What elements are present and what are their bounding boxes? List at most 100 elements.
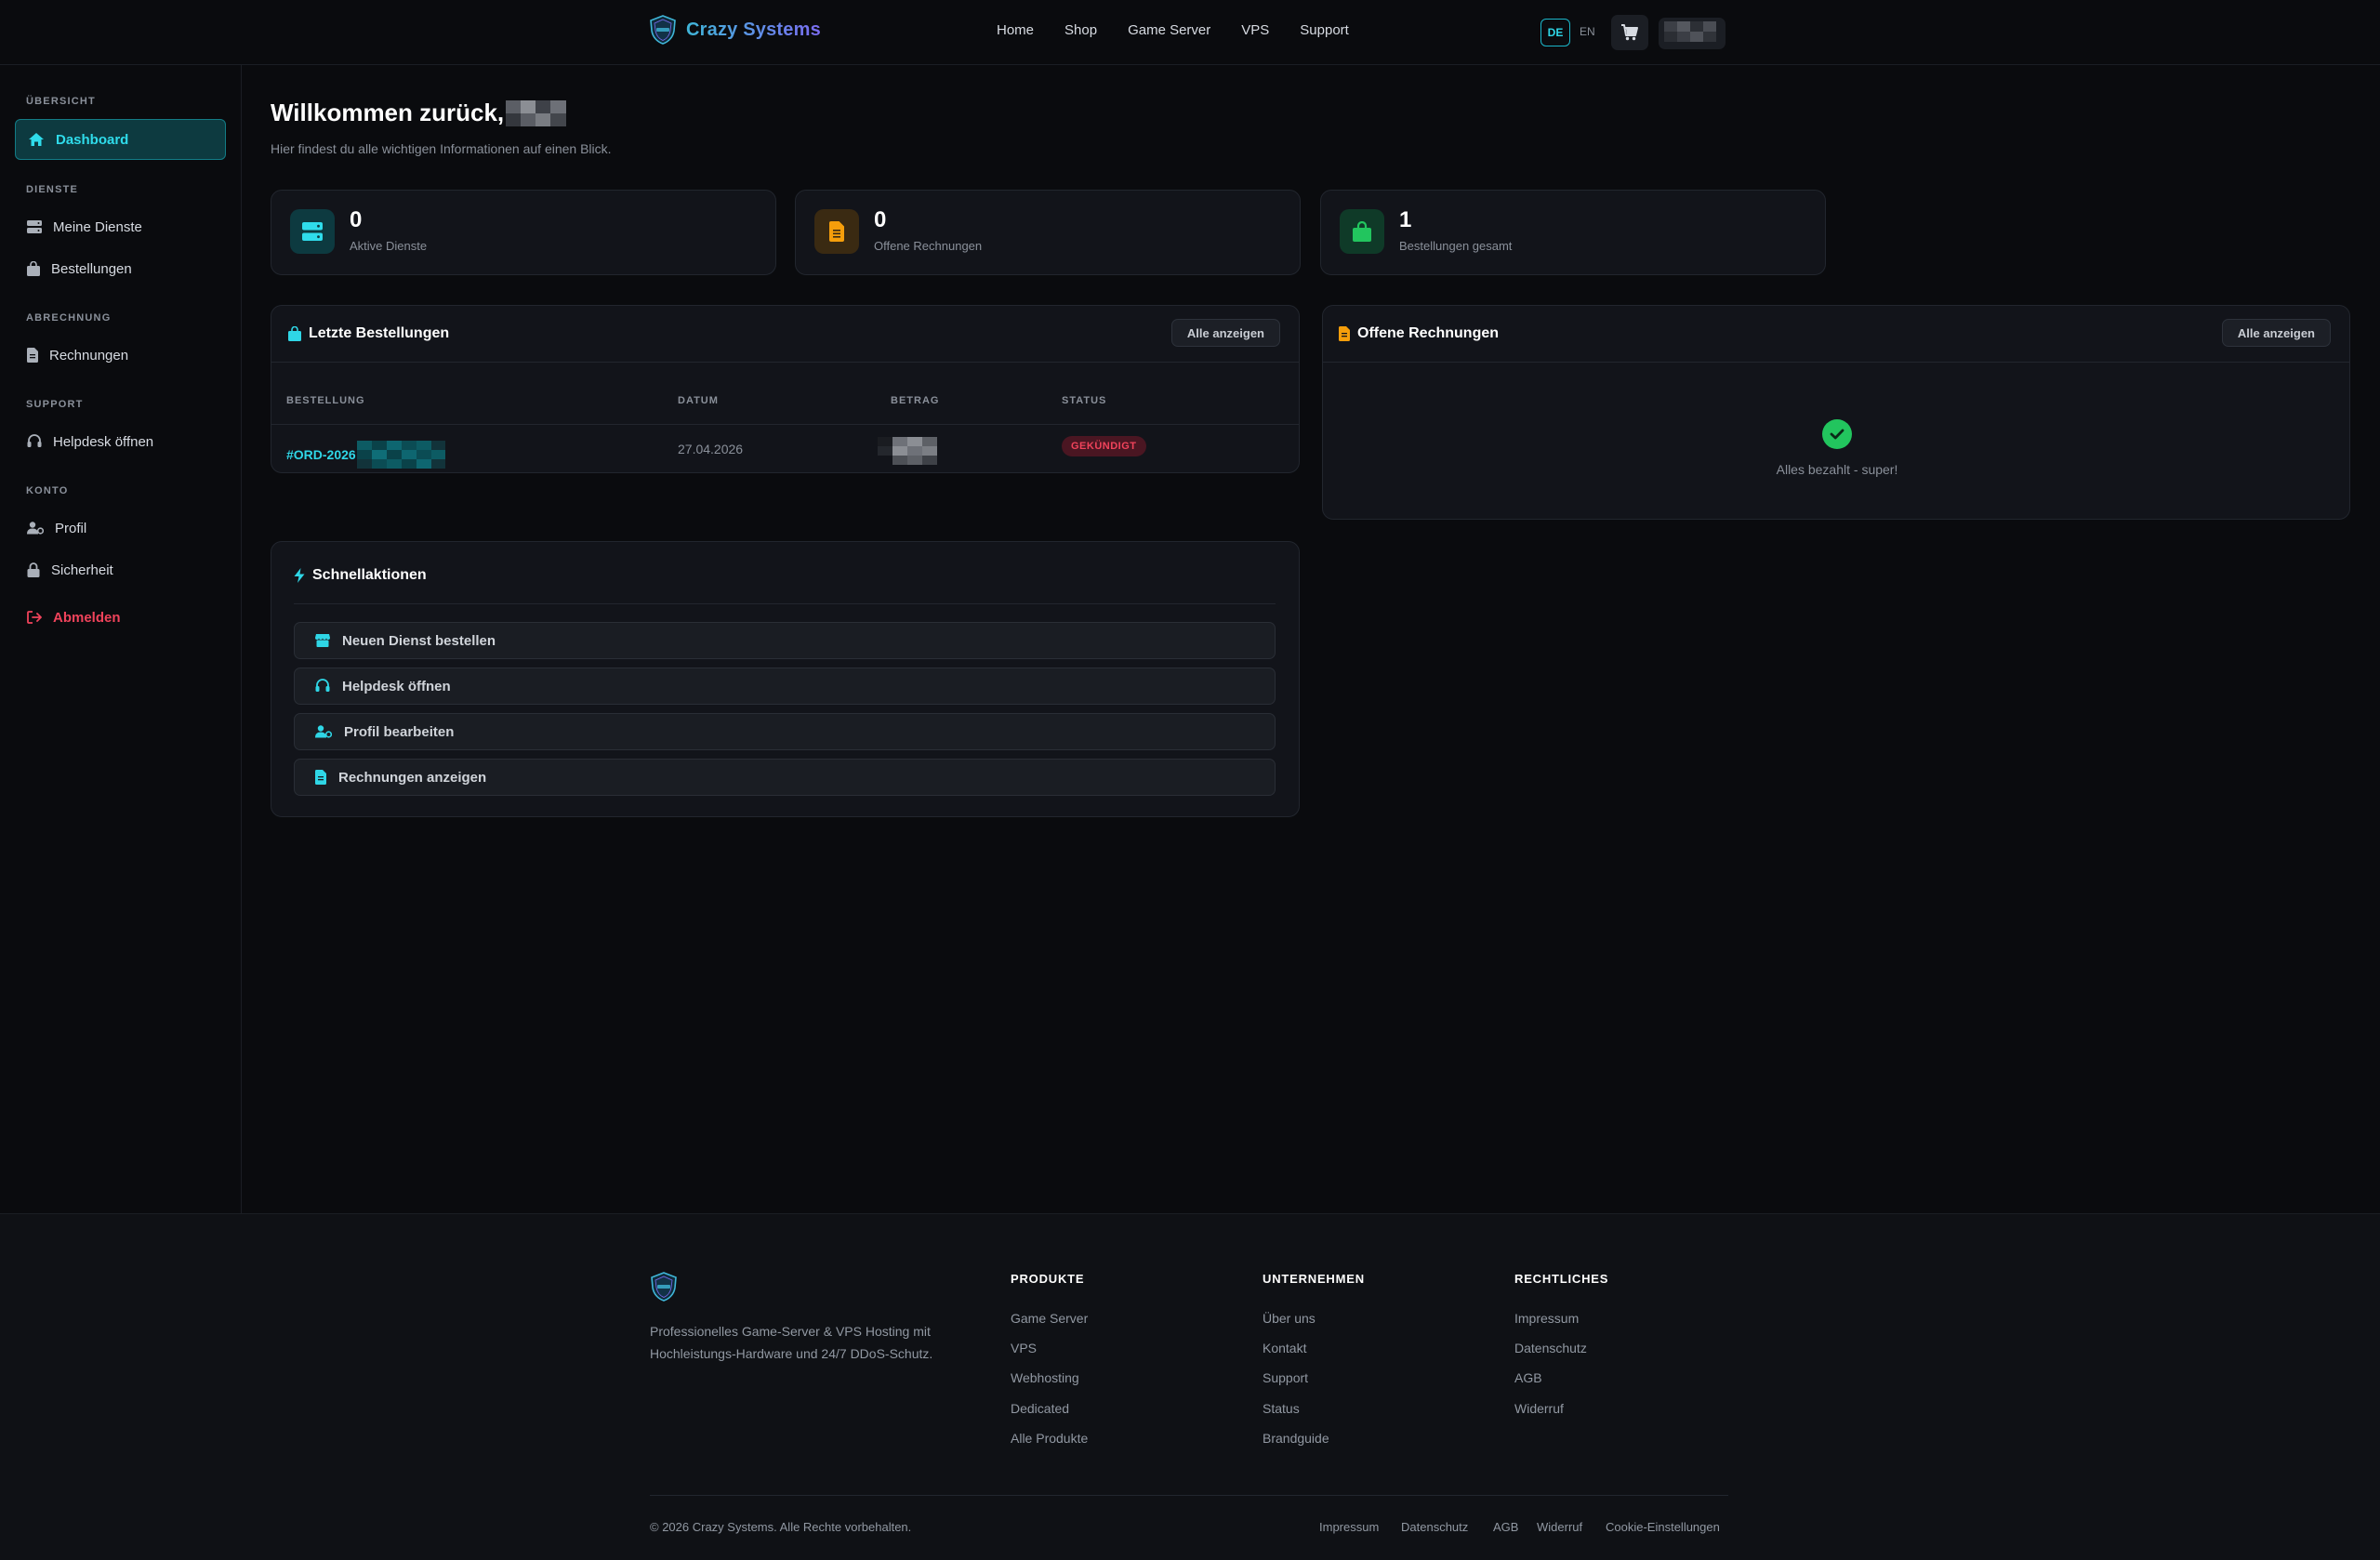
main-nav: Home Shop Game Server VPS Support <box>997 22 1380 38</box>
home-icon <box>29 133 44 146</box>
footer-link-brandguide[interactable]: Brandguide <box>1263 1431 1329 1446</box>
footer-column-title: PRODUKTE <box>1011 1272 1085 1286</box>
store-icon <box>315 634 330 647</box>
nav-support[interactable]: Support <box>1300 22 1349 38</box>
nav-vps[interactable]: VPS <box>1241 22 1269 38</box>
user-menu-button[interactable] <box>1659 18 1726 49</box>
footer-bottom-link-privacy[interactable]: Datenschutz <box>1401 1520 1468 1534</box>
panel-header: Schnellaktionen <box>294 567 427 584</box>
sidebar-item-label: Helpdesk öffnen <box>53 433 154 450</box>
sidebar-item-label: Profil <box>55 520 87 536</box>
footer-logo-icon <box>650 1272 678 1302</box>
panel-title: Schnellaktionen <box>312 567 427 583</box>
panel-header: Letzte Bestellungen <box>271 306 1299 363</box>
stat-value: 0 <box>350 207 363 232</box>
sidebar-item-label: Sicherheit <box>51 562 113 578</box>
panel-header: Offene Rechnungen <box>1323 306 2349 363</box>
panel-title: Letzte Bestellungen <box>309 325 450 341</box>
sidebar: ÜBERSICHT Dashboard DIENSTE Meine Dienst… <box>0 65 242 1213</box>
username-redacted <box>506 99 567 126</box>
footer-link-all-products[interactable]: Alle Produkte <box>1011 1431 1088 1446</box>
stat-card-total-orders: 1 Bestellungen gesamt <box>1320 190 1826 275</box>
footer-link-contact[interactable]: Kontakt <box>1263 1341 1306 1355</box>
cart-button[interactable] <box>1611 15 1648 50</box>
page-title-text: Willkommen zurück, <box>271 99 505 126</box>
footer-link-status[interactable]: Status <box>1263 1401 1300 1416</box>
footer-link-game-server[interactable]: Game Server <box>1011 1311 1088 1326</box>
invoice-icon <box>814 209 859 254</box>
footer-bottom-link-impressum[interactable]: Impressum <box>1319 1520 1379 1534</box>
lightning-icon <box>294 568 305 583</box>
footer-description: Professionelles Game-Server & VPS Hostin… <box>650 1324 933 1361</box>
sidebar-item-security[interactable]: Sicherheit <box>15 549 226 590</box>
footer-link-webhosting[interactable]: Webhosting <box>1011 1370 1079 1385</box>
view-all-invoices-button[interactable]: Alle anzeigen <box>2221 319 2331 347</box>
nav-game-server[interactable]: Game Server <box>1128 22 1210 38</box>
sidebar-item-my-services[interactable]: Meine Dienste <box>15 206 226 247</box>
sidebar-section-overview: ÜBERSICHT <box>26 96 96 107</box>
quick-action-invoices[interactable]: Rechnungen anzeigen <box>294 759 1276 796</box>
quick-action-helpdesk[interactable]: Helpdesk öffnen <box>294 668 1276 705</box>
invoice-icon <box>27 348 38 363</box>
sidebar-item-dashboard[interactable]: Dashboard <box>15 119 226 160</box>
footer-bottom-link-cookies[interactable]: Cookie-Einstellungen <box>1606 1520 1720 1534</box>
column-header-date: DATUM <box>678 395 719 406</box>
stat-label: Offene Rechnungen <box>874 239 983 253</box>
shopping-bag-icon <box>288 326 301 341</box>
brand-logo-link[interactable]: Crazy Systems <box>649 15 821 45</box>
footer-copyright: © 2026 Crazy Systems. Alle Rechte vorbeh… <box>650 1520 912 1534</box>
logout-icon <box>27 611 42 624</box>
column-header-amount: BETRAG <box>891 395 940 406</box>
sidebar-section-services: DIENSTE <box>26 184 79 195</box>
footer-link-impressum[interactable]: Impressum <box>1514 1311 1579 1326</box>
order-amount-redacted <box>878 437 937 465</box>
sidebar-item-helpdesk[interactable]: Helpdesk öffnen <box>15 421 226 462</box>
view-all-orders-button[interactable]: Alle anzeigen <box>1170 319 1280 347</box>
status-badge: GEKÜNDIGT <box>1062 436 1146 456</box>
sidebar-section-billing: ABRECHNUNG <box>26 312 112 324</box>
order-date: 27.04.2026 <box>678 442 744 456</box>
quick-action-label: Neuen Dienst bestellen <box>342 632 496 649</box>
footer-column-title: RECHTLICHES <box>1514 1272 1609 1286</box>
footer-link-withdrawal[interactable]: Widerruf <box>1514 1401 1564 1416</box>
sidebar-item-orders[interactable]: Bestellungen <box>15 248 226 289</box>
top-navbar: Crazy Systems Home Shop Game Server VPS … <box>0 0 2380 65</box>
page-title: Willkommen zurück, <box>271 99 567 127</box>
sidebar-item-label: Meine Dienste <box>53 218 142 235</box>
headset-icon <box>27 434 42 447</box>
page-subtitle: Hier findest du alle wichtigen Informati… <box>271 141 612 156</box>
recent-orders-panel: Letzte Bestellungen Alle anzeigen BESTEL… <box>271 305 1300 473</box>
table-divider <box>271 424 1299 425</box>
order-id-link[interactable]: #ORD-2026 <box>286 441 445 469</box>
shopping-bag-icon <box>1340 209 1384 254</box>
footer-link-support[interactable]: Support <box>1263 1370 1308 1385</box>
quick-action-new-service[interactable]: Neuen Dienst bestellen <box>294 622 1276 659</box>
order-id-text: #ORD-2026 <box>286 447 356 462</box>
shield-logo-icon <box>650 15 676 45</box>
divider <box>294 603 1276 604</box>
footer-link-about[interactable]: Über uns <box>1263 1311 1316 1326</box>
lang-de-button[interactable]: DE <box>1540 19 1570 46</box>
sidebar-item-invoices[interactable]: Rechnungen <box>15 335 226 376</box>
server-icon <box>27 220 42 233</box>
shopping-bag-icon <box>27 261 40 276</box>
column-header-order: BESTELLUNG <box>286 395 365 406</box>
lang-en-button[interactable]: EN <box>1580 25 1595 38</box>
footer-bottom-link-terms[interactable]: AGB <box>1493 1520 1518 1534</box>
brand-name: Crazy Systems <box>686 19 821 40</box>
stat-card-active-services: 0 Aktive Dienste <box>271 190 776 275</box>
footer-bottom-link-withdrawal[interactable]: Widerruf <box>1537 1520 1582 1534</box>
stat-label: Aktive Dienste <box>350 239 428 253</box>
sidebar-item-profile[interactable]: Profil <box>15 508 226 549</box>
footer-link-privacy[interactable]: Datenschutz <box>1514 1341 1587 1355</box>
nav-home[interactable]: Home <box>997 22 1034 38</box>
footer-link-vps[interactable]: VPS <box>1011 1341 1037 1355</box>
quick-actions-panel: Schnellaktionen Neuen Dienst bestellen H… <box>271 541 1300 817</box>
footer-column-title: UNTERNEHMEN <box>1263 1272 1365 1286</box>
nav-shop[interactable]: Shop <box>1064 22 1097 38</box>
sidebar-section-support: SUPPORT <box>26 399 84 410</box>
sidebar-item-logout[interactable]: Abmelden <box>15 597 226 638</box>
footer-link-dedicated[interactable]: Dedicated <box>1011 1401 1069 1416</box>
footer-link-terms[interactable]: AGB <box>1514 1370 1542 1385</box>
quick-action-edit-profile[interactable]: Profil bearbeiten <box>294 713 1276 750</box>
